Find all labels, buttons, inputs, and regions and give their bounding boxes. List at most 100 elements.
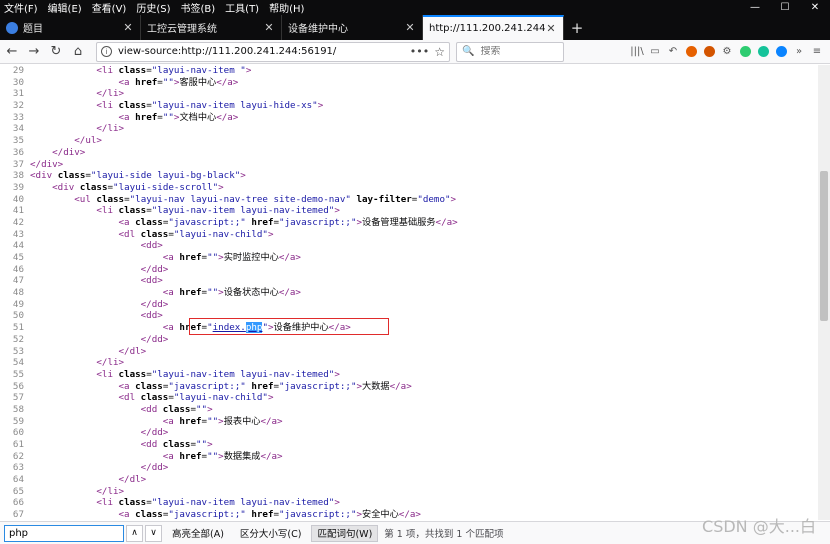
gear-icon[interactable]: ⚙: [718, 43, 736, 61]
line-number: 64: [12, 474, 24, 486]
close-window-button[interactable]: ✕: [800, 2, 830, 13]
line-code: </li>: [96, 485, 125, 497]
close-tab-icon[interactable]: ✕: [122, 21, 134, 34]
menu-file[interactable]: 文件(F): [4, 0, 38, 15]
tab-ics-cloud[interactable]: 工控云管理系统 ✕: [141, 15, 282, 40]
bookmark-star-icon[interactable]: ☆: [434, 45, 445, 59]
source-line: 49 </dd>: [0, 299, 818, 311]
line-number: 33: [12, 111, 24, 123]
line-code: </ul>: [74, 135, 102, 147]
menu-history[interactable]: 历史(S): [136, 0, 170, 15]
library-icon[interactable]: |||\: [628, 43, 646, 61]
line-code: </dd>: [140, 333, 169, 345]
source-line: 66 <li class="layui-nav-item layui-nav-i…: [0, 497, 818, 509]
tab-device-maintenance[interactable]: 设备维护中心 ✕: [282, 15, 423, 40]
source-line: 53 </dl>: [0, 346, 818, 358]
overflow-icon[interactable]: »: [790, 43, 808, 61]
close-tab-icon[interactable]: ✕: [404, 21, 416, 34]
line-code: <a href="">实时监控中心</a>: [162, 252, 301, 263]
url-bar[interactable]: i view-source:http://111.200.241.244:561…: [96, 41, 450, 62]
find-prev-button[interactable]: ∧: [126, 524, 143, 542]
source-line: 38 <div class="layui-side layui-bg-black"…: [0, 170, 818, 182]
line-code: </li>: [96, 88, 125, 100]
menu-help[interactable]: 帮助(H): [269, 0, 304, 15]
source-line: 67 <a class="javascript:;" href="javascr…: [0, 509, 818, 520]
tab-label: 设备维护中心: [288, 24, 348, 35]
back-arrow-icon[interactable]: ←: [2, 42, 22, 62]
line-code: <a href="">文档中心</a>: [118, 111, 239, 123]
tab-label: http://111.200.241.244:56191/: [429, 23, 545, 34]
find-next-button[interactable]: ∨: [145, 524, 162, 542]
line-number: 42: [12, 216, 24, 228]
close-tab-icon[interactable]: ✕: [263, 21, 275, 34]
info-icon[interactable]: i: [101, 46, 112, 57]
source-line: 41 <li class="layui-nav-item layui-nav-i…: [0, 205, 818, 217]
url-text[interactable]: view-source:http://111.200.241.244:56191…: [118, 46, 410, 57]
search-input[interactable]: [480, 46, 551, 57]
line-number: 50: [12, 310, 24, 322]
source-line: 47 <dd>: [0, 275, 818, 287]
reload-icon[interactable]: ↻: [46, 42, 66, 62]
close-tab-icon[interactable]: ✕: [545, 22, 557, 35]
whole-words-toggle[interactable]: 匹配词句(W): [311, 524, 379, 542]
line-number: 55: [12, 368, 24, 380]
minimize-button[interactable]: —: [740, 2, 770, 13]
page-actions-icon[interactable]: •••: [410, 45, 429, 58]
highlight-all-toggle[interactable]: 高亮全部(A): [166, 525, 230, 542]
source-line: 36 </div>: [0, 147, 818, 159]
cursor-icon[interactable]: [772, 43, 790, 61]
line-number: 44: [12, 240, 24, 252]
source-line: 60 </dd>: [0, 427, 818, 439]
new-tab-button[interactable]: +: [564, 15, 590, 40]
maximize-button[interactable]: ☐: [770, 2, 800, 13]
line-number: 60: [12, 427, 24, 439]
line-number: 35: [12, 135, 24, 147]
search-bar[interactable]: 🔍: [456, 41, 564, 62]
tab-source[interactable]: http://111.200.241.244:56191/ ✕: [423, 15, 564, 40]
line-code: <a class="javascript:;" href="javascript…: [118, 216, 458, 228]
grammarly-icon[interactable]: [754, 43, 772, 61]
menu-edit[interactable]: 编辑(E): [48, 0, 82, 15]
sidebar-icon[interactable]: ▭: [646, 43, 664, 61]
tab-challenge[interactable]: 题目 ✕: [0, 15, 141, 40]
forward-arrow-icon[interactable]: →: [24, 42, 44, 62]
line-number: 66: [12, 497, 24, 509]
line-number: 43: [12, 228, 24, 240]
home-icon[interactable]: ⌂: [68, 42, 88, 62]
source-line: 51 <a href="index.php">设备维护中心</a>: [0, 322, 818, 334]
line-number: 38: [12, 170, 24, 182]
vertical-scrollbar[interactable]: [818, 65, 830, 520]
line-code: <dd>: [140, 310, 163, 322]
menu-tools[interactable]: 工具(T): [225, 0, 259, 15]
source-line: 31 </li>: [0, 88, 818, 100]
line-code: <dl class="layui-nav-child">: [118, 228, 274, 240]
source-view[interactable]: 29 <li class="layui-nav-item "> 30 <a hre…: [0, 65, 830, 520]
menu-view[interactable]: 查看(V): [92, 0, 127, 15]
cookie-icon[interactable]: [700, 43, 718, 61]
menu-bar: 文件(F) 编辑(E) 查看(V) 历史(S) 书签(B) 工具(T) 帮助(H…: [0, 0, 314, 15]
line-code: <li class="layui-nav-item layui-nav-item…: [96, 205, 340, 217]
source-line: 64 </dl>: [0, 474, 818, 486]
undo-arrow-icon[interactable]: ↶: [664, 43, 682, 61]
line-number: 57: [12, 392, 24, 404]
source-line: 52 </dd>: [0, 334, 818, 346]
line-code: </div>: [52, 146, 86, 158]
firefox-icon[interactable]: [682, 43, 700, 61]
line-code: </li>: [96, 357, 125, 369]
line-number: 29: [12, 65, 24, 76]
match-case-toggle[interactable]: 区分大小写(C): [234, 525, 308, 542]
line-number: 54: [12, 357, 24, 369]
line-number: 58: [12, 403, 24, 415]
search-icon: 🔍: [462, 46, 475, 57]
find-input[interactable]: [4, 524, 124, 542]
scrollbar-thumb[interactable]: [820, 171, 828, 321]
line-code: <li class="layui-nav-item layui-hide-xs"…: [96, 100, 324, 112]
menu-icon[interactable]: ≡: [808, 43, 826, 61]
line-number: 49: [12, 298, 24, 310]
menu-bookmarks[interactable]: 书签(B): [181, 0, 216, 15]
tab-strip: 题目 ✕ 工控云管理系统 ✕ 设备维护中心 ✕ http://111.200.2…: [0, 15, 830, 40]
source-line: 43 <dl class="layui-nav-child">: [0, 229, 818, 241]
find-status: 第 1 项，共找到 1 个匹配项: [384, 529, 504, 540]
line-code: </div>: [30, 158, 64, 170]
dot-icon[interactable]: [736, 43, 754, 61]
